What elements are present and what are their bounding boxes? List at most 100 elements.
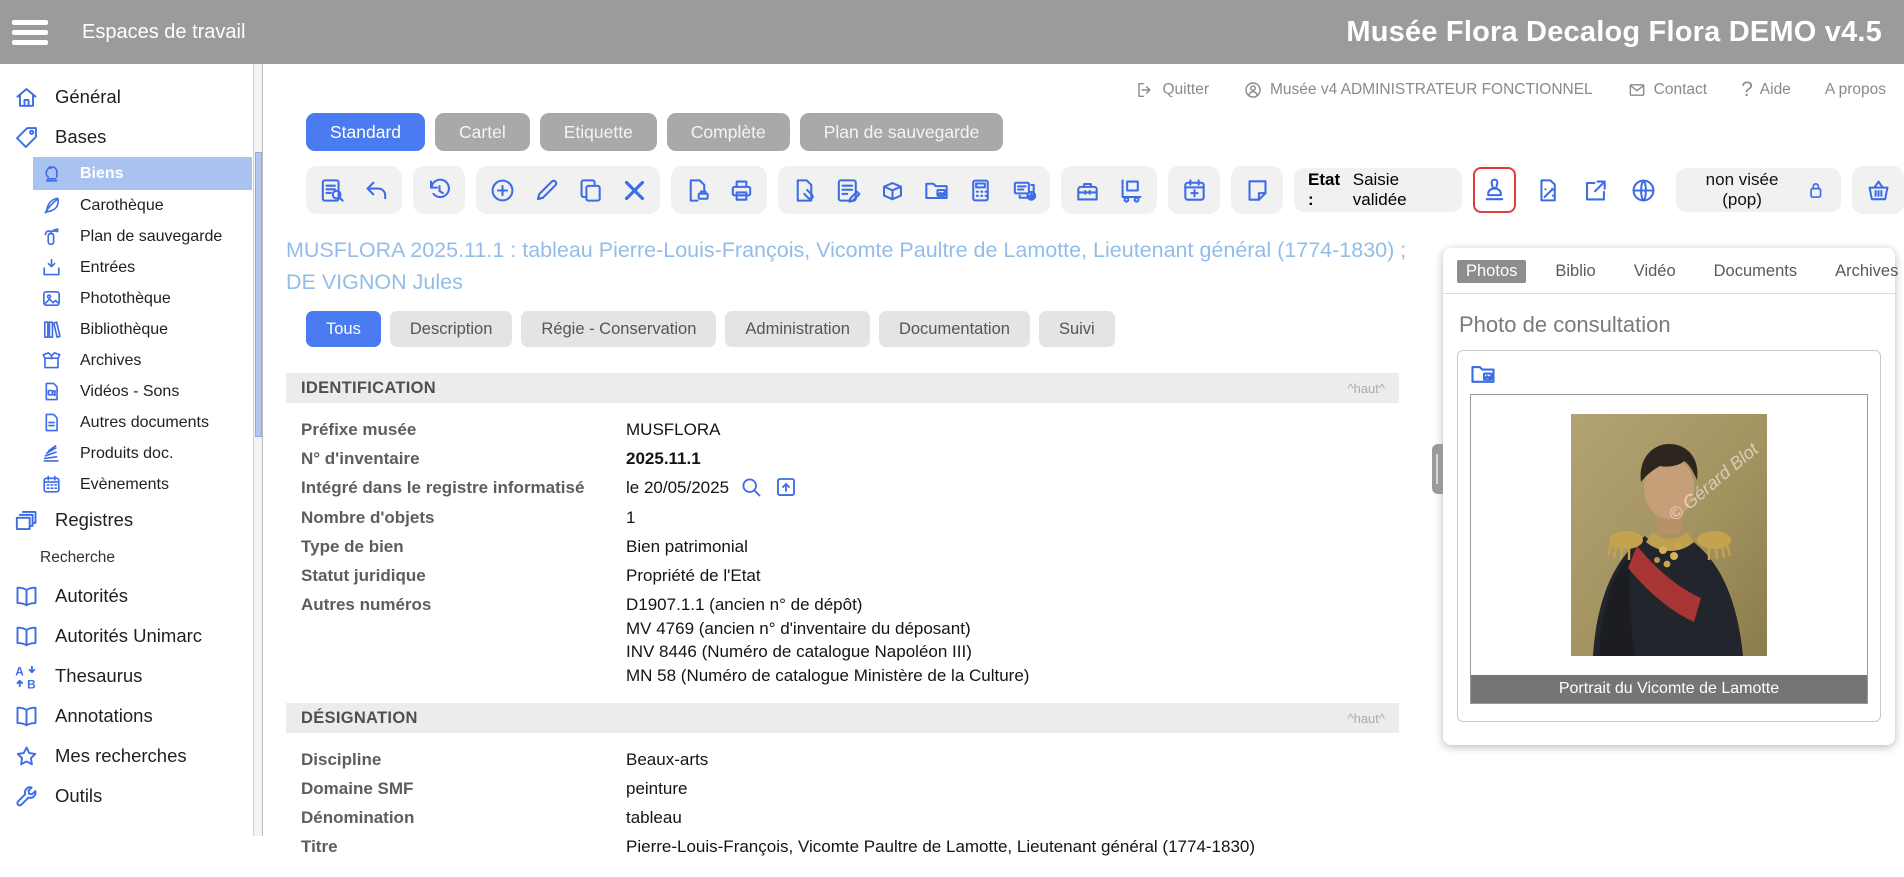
calendar-add-button[interactable] bbox=[1173, 169, 1215, 211]
field-row: Préfixe muséeMUSFLORA bbox=[301, 415, 1399, 444]
record-tab-description[interactable]: Description bbox=[390, 311, 513, 347]
field-label: Nombre d'objets bbox=[301, 503, 626, 532]
format-tab-complete[interactable]: Complète bbox=[667, 113, 790, 151]
sidebar-item-outils[interactable]: Outils bbox=[0, 776, 262, 816]
sidebar-item-registres[interactable]: Registres bbox=[0, 500, 262, 540]
sidebar-item-annotations[interactable]: Annotations bbox=[0, 696, 262, 736]
toolbox-button[interactable] bbox=[1066, 169, 1108, 211]
print-page-button[interactable] bbox=[676, 169, 718, 211]
calculator-button[interactable] bbox=[959, 169, 1001, 211]
sidebar-item-evenements[interactable]: Evènements bbox=[0, 469, 262, 500]
sidebar-item-mes-recherches[interactable]: Mes recherches bbox=[0, 736, 262, 776]
globe-up-button[interactable] bbox=[1623, 169, 1665, 211]
field-row: Type de bienBien patrimonial bbox=[301, 532, 1399, 561]
media-heading: Photo de consultation bbox=[1459, 312, 1881, 338]
delete-button[interactable] bbox=[613, 169, 655, 211]
wand-page-button[interactable] bbox=[1527, 169, 1569, 211]
delete-icon bbox=[620, 176, 649, 205]
visa-status-button[interactable]: non visée (pop) bbox=[1676, 168, 1841, 212]
folder-image-button[interactable] bbox=[915, 169, 957, 211]
record-tab-documentation[interactable]: Documentation bbox=[879, 311, 1030, 347]
stamp-button[interactable] bbox=[1473, 167, 1515, 213]
stamp-icon bbox=[1480, 176, 1509, 205]
format-tab-etiquette[interactable]: Etiquette bbox=[540, 113, 657, 151]
field-row: TitrePierre-Louis-François, Vicomte Paul… bbox=[301, 832, 1399, 861]
link-quitter[interactable]: Quitter bbox=[1135, 80, 1209, 100]
link-a-propos[interactable]: A propos bbox=[1825, 81, 1886, 99]
sidebar-item-autorites-unimarc[interactable]: Autorités Unimarc bbox=[0, 616, 262, 656]
home-icon bbox=[13, 84, 40, 111]
link-aide[interactable]: ?Aide bbox=[1741, 78, 1791, 102]
sidebar-item-autres-documents[interactable]: Autres documents bbox=[0, 407, 262, 438]
record-tab-regie-conservation[interactable]: Régie - Conservation bbox=[521, 311, 716, 347]
trolley-button[interactable] bbox=[1110, 169, 1152, 211]
workspace-label[interactable]: Espaces de travail bbox=[82, 21, 245, 44]
note-button[interactable] bbox=[1236, 169, 1278, 211]
sidebar-item-bases[interactable]: Bases bbox=[0, 117, 262, 157]
open-book-icon bbox=[13, 703, 40, 730]
media-tab-documents[interactable]: Documents bbox=[1705, 260, 1806, 283]
sidebar-item-videos-sons[interactable]: Vidéos - Sons bbox=[0, 376, 262, 407]
record-tab-suivi[interactable]: Suivi bbox=[1039, 311, 1115, 347]
mail-icon bbox=[1627, 80, 1647, 100]
sidebar-scrollbar-thumb[interactable] bbox=[255, 152, 262, 437]
sidebar-item-carotheque[interactable]: Carothèque bbox=[0, 190, 262, 221]
external-link-button[interactable] bbox=[1575, 169, 1617, 211]
sidebar-item-produits-doc[interactable]: Produits doc. bbox=[0, 438, 262, 469]
basket-button[interactable] bbox=[1857, 169, 1899, 211]
sidebar-item-phototheque[interactable]: Photothèque bbox=[0, 283, 262, 314]
folder-image-button[interactable] bbox=[1468, 359, 1498, 392]
media-tabs: PhotosBiblioVidéoDocumentsArchives bbox=[1443, 258, 1895, 294]
external-link-icon bbox=[1581, 176, 1610, 205]
record-title: MUSFLORA 2025.11.1 : tableau Pierre-Loui… bbox=[286, 235, 1421, 298]
printer-button[interactable] bbox=[720, 169, 762, 211]
top-links: Quitter Musée v4 ADMINISTRATEUR FONCTIONN… bbox=[1135, 78, 1886, 102]
back-to-top-link[interactable]: ^haut^ bbox=[1347, 711, 1385, 726]
media-tab-video[interactable]: Vidéo bbox=[1625, 260, 1685, 283]
link-contact[interactable]: Contact bbox=[1627, 80, 1707, 100]
photo-area[interactable]: © Gérard Blot bbox=[1471, 395, 1867, 675]
cards-add-button[interactable] bbox=[1003, 169, 1045, 211]
package-button[interactable] bbox=[871, 169, 913, 211]
sidebar-item-archives[interactable]: Archives bbox=[0, 345, 262, 376]
extinguisher-icon bbox=[40, 225, 63, 248]
field-label: Dénomination bbox=[301, 803, 626, 832]
add-button[interactable] bbox=[481, 169, 523, 211]
window-up-button[interactable] bbox=[773, 474, 799, 503]
sidebar-item-biens[interactable]: Biens bbox=[33, 157, 252, 190]
sidebar-item-general[interactable]: Général bbox=[0, 77, 262, 117]
record-toolbar: Etat :Saisie validéenon visée (pop) bbox=[306, 165, 1904, 215]
hamburger-menu-icon[interactable] bbox=[12, 20, 48, 45]
sidebar-item-bibliotheque[interactable]: Bibliothèque bbox=[0, 314, 262, 345]
history-button[interactable] bbox=[418, 169, 460, 211]
sidebar-item-thesaurus[interactable]: ABThesaurus bbox=[0, 656, 262, 696]
search-icon bbox=[738, 474, 764, 500]
sidebar-item-recherche[interactable]: Recherche bbox=[0, 540, 262, 576]
media-tab-archives[interactable]: Archives bbox=[1826, 260, 1904, 283]
media-tab-photos[interactable]: Photos bbox=[1457, 260, 1526, 283]
format-tab-cartel[interactable]: Cartel bbox=[435, 113, 530, 151]
record-tab-administration[interactable]: Administration bbox=[725, 311, 870, 347]
sidebar-scrollbar[interactable] bbox=[253, 64, 262, 836]
copy-button[interactable] bbox=[569, 169, 611, 211]
wand-page-icon bbox=[1533, 176, 1562, 205]
attach-page-button[interactable] bbox=[783, 169, 825, 211]
undo-button[interactable] bbox=[355, 169, 397, 211]
edit-list-button[interactable] bbox=[827, 169, 869, 211]
search-button[interactable] bbox=[738, 474, 764, 503]
back-to-top-link[interactable]: ^haut^ bbox=[1347, 381, 1385, 396]
format-tab-standard[interactable]: Standard bbox=[306, 113, 425, 151]
knight-icon bbox=[40, 162, 63, 185]
record-tab-tous[interactable]: Tous bbox=[306, 311, 381, 347]
sidebar-item-autorites[interactable]: Autorités bbox=[0, 576, 262, 616]
format-tab-plan-de-sauvegarde[interactable]: Plan de sauvegarde bbox=[800, 113, 1004, 151]
edit-button[interactable] bbox=[525, 169, 567, 211]
quill-icon bbox=[40, 194, 63, 217]
field-label: Préfixe musée bbox=[301, 415, 626, 444]
link-musee-v4-administrateur-fonctionnel[interactable]: Musée v4 ADMINISTRATEUR FONCTIONNEL bbox=[1243, 80, 1593, 100]
sidebar-item-entrees[interactable]: Entrées bbox=[0, 252, 262, 283]
sidebar-item-plan-de-sauvegarde[interactable]: Plan de sauvegarde bbox=[0, 221, 262, 252]
media-tab-biblio[interactable]: Biblio bbox=[1546, 260, 1604, 283]
panel-collapse-handle[interactable] bbox=[1432, 444, 1443, 494]
record-search-button[interactable] bbox=[311, 169, 353, 211]
